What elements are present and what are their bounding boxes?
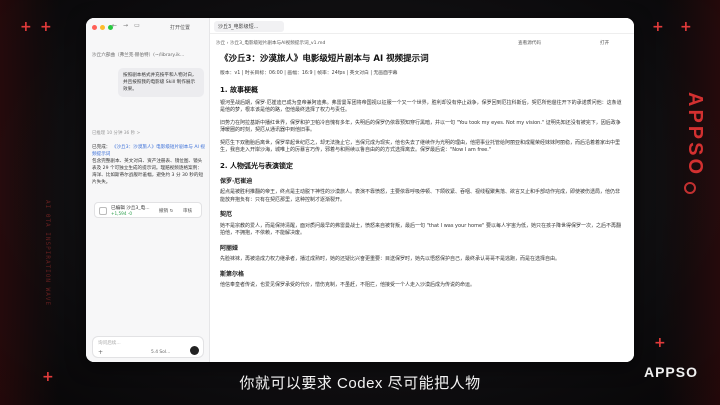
character-heading: 斯第尔格 (220, 270, 245, 278)
section-heading: 1. 故事梗概 (220, 85, 258, 94)
forward-icon[interactable]: → (123, 22, 128, 29)
reply-prefix: 已完成： (92, 145, 111, 150)
paragraph: 她不是宗教的爱人，而是保持清醒，面对质问最早的弗雷曼战士，愤怒来自被背叛，最后一… (220, 222, 621, 237)
appso-logo: APPSO (643, 364, 698, 380)
project-breadcrumb[interactable]: 沙丘六部曲（弗兰克·赫伯特）(~/library.ik... (92, 52, 184, 58)
sidebar: ← → ▭ 打开位置 沙丘六部曲（弗兰克·赫伯特）(~/library.ik..… (86, 18, 210, 362)
reply-body: 包含完整剧本、英文对白、资产注册表、镜位图、镜头表及 29 个可独立生成的提示词… (92, 159, 204, 185)
paragraph: 旧势力在阿拉基斯中播红世界，保罗和护卫帕冷自愧有多年，失明后的保罗仍依靠预知穿行… (220, 119, 621, 134)
corner-plus-icon: + (40, 19, 52, 35)
video-frame: + + + + + + AI 0TA INSPIRATION WAVE APPS… (0, 0, 720, 405)
tab-bar: 沙丘3_电影级短... (210, 18, 634, 34)
markdown-document: 《沙丘3：沙漠旅人》电影级短片剧本与 AI 视频提示词 版本：v1 | 时长目标… (220, 54, 624, 295)
character-heading: 保罗·厄崔迪 (220, 177, 253, 185)
close-window-icon[interactable] (92, 25, 97, 30)
edit-card-diff: +1,594 -0 (111, 211, 133, 216)
file-path[interactable]: 沙丘 › 沙丘3_电影级短片剧本与AI视频提示词_v1.md (216, 40, 325, 46)
side-badge-icon (684, 182, 696, 194)
document-pane: 沙丘3_电影级短... 沙丘 › 沙丘3_电影级短片剧本与AI视频提示词_v1.… (210, 18, 634, 362)
compose-input[interactable]: 询问后续... (98, 340, 121, 346)
character-heading: 阿丽娅 (220, 244, 239, 252)
open-button[interactable]: 打开 (600, 40, 609, 46)
left-frame-glow (0, 0, 60, 405)
attach-icon[interactable]: + (98, 349, 103, 356)
paragraph: 起点是被胜利推翻的帝王，终点是主动脱下神性的沙漠旅人。表演不靠愤怒，主要依靠呼吸… (220, 189, 621, 203)
corner-plus-icon: + (652, 19, 664, 35)
paragraph: 契厄生下双胞胎后离世，保罗举起世纪厄之，却无法挽止它，当保兄成为现实，他也失去了… (220, 139, 621, 154)
open-location-button[interactable]: 打开位置 (170, 24, 190, 31)
undo-button[interactable]: 撤销 ↻ (159, 208, 174, 214)
path-bar: 沙丘 › 沙丘3_电影级短片剧本与AI视频提示词_v1.md 查看源代码 打开 (210, 36, 634, 50)
character-heading: 契厄 (220, 211, 233, 218)
doc-title: 《沙丘3：沙漠旅人》电影级短片剧本与 AI 视频提示词 (220, 54, 429, 64)
layout-icon[interactable]: ▭ (134, 22, 140, 29)
corner-plus-icon: + (680, 19, 692, 35)
minimize-window-icon[interactable] (100, 25, 105, 30)
right-frame-glow (660, 0, 720, 405)
section-heading: 2. 人物弧光与表演锁定 (220, 161, 293, 170)
edit-summary-card[interactable]: 已编辑 沙丘3_电... +1,594 -0 撤销 ↻ 审核 (94, 202, 202, 218)
file-icon (99, 207, 107, 215)
tab-document[interactable]: 沙丘3_电影级短... (214, 21, 284, 32)
corner-plus-icon: + (654, 335, 666, 351)
paragraph: 先脸袜袜，再被造成力权力继承者，播过成熟时，她的还疑比兴奋更重要：目送保罗时，她… (220, 256, 561, 262)
codex-app-window: ← → ▭ 打开位置 沙丘六部曲（弗兰克·赫伯特）(~/library.ik..… (86, 18, 634, 362)
video-subtitle: 你就可以要求 Codex 尽可能把人物 (239, 375, 481, 392)
decorative-vertical-text: AI 0TA INSPIRATION WAVE (44, 200, 51, 307)
reasoning-toggle[interactable]: 已推理 10 分钟 36 秒 > (92, 130, 140, 136)
model-selector[interactable]: 5.4 Sol... (151, 350, 170, 355)
review-button[interactable]: 审核 (183, 208, 192, 214)
window-traffic-lights (92, 25, 113, 30)
send-icon[interactable] (190, 346, 199, 355)
paragraph: 他信奉皇者传说，也爱见保罗承受的代价，憎伤克制，不虽赶，不阻拦，他接受一个人走入… (220, 282, 476, 288)
corner-plus-icon: + (20, 19, 32, 35)
user-message: 按照剧本格式并充按平和人物对白，并且按照我的电影级 Skill 制作展示效果。 (118, 68, 204, 97)
view-source-button[interactable]: 查看源代码 (518, 40, 541, 46)
sidebar-toolbar: ← → ▭ (112, 22, 140, 29)
paragraph: 银河圣战后期，保罗·厄崔迪已成为皇帝兼阿迪弗。弗雷曼军团将帝国视以征服一个又一个… (220, 99, 622, 114)
back-icon[interactable]: ← (112, 22, 117, 29)
side-appso-logo: APPSO (684, 92, 706, 178)
assistant-reply: 已完成： 《沙丘3：沙漠旅人》电影级短片剧本与 AI 视频提示词 包含完整剧本、… (92, 144, 206, 186)
doc-meta: 版本：v1 | 时长目标：06:00 | 画幅：16:9 | 帧率：24fps … (220, 71, 398, 76)
compose-box[interactable]: 询问后续... + 5.4 Sol... (92, 336, 204, 358)
